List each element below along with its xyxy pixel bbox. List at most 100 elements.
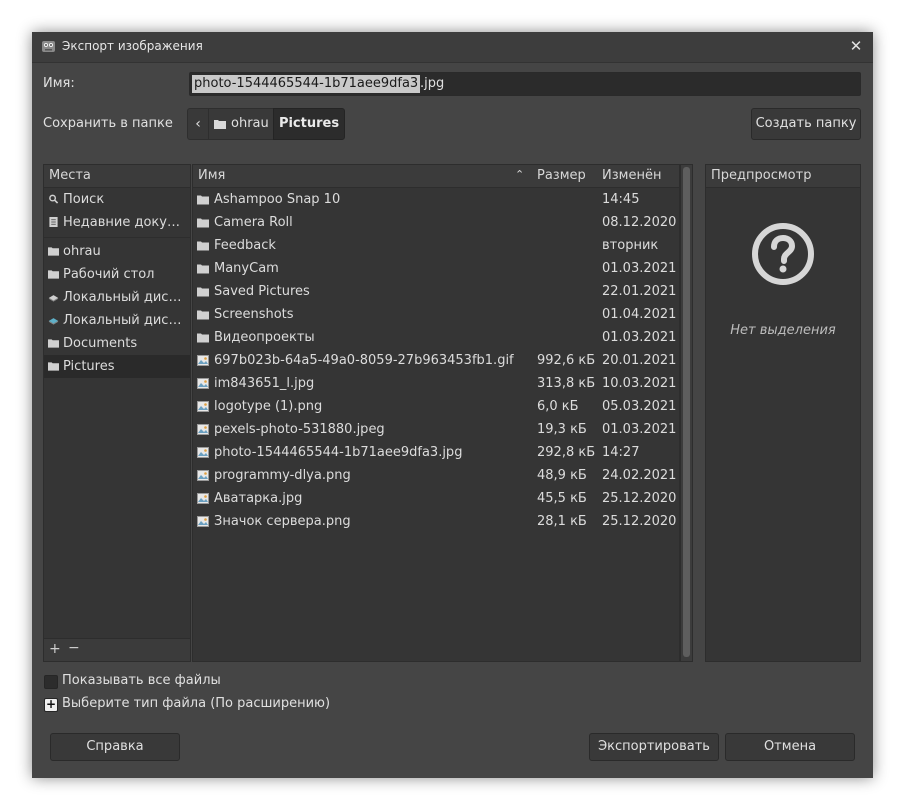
place-pictures[interactable]: Pictures	[44, 355, 190, 378]
sort-ascending-icon: ⌃	[515, 168, 525, 181]
export-button[interactable]: Экспортировать	[589, 733, 719, 761]
file-row[interactable]: im843651_l.jpg 313,8 кБ 10.03.2021	[193, 372, 679, 395]
file-size: 992,6 кБ	[537, 353, 596, 368]
place-local-disk-2[interactable]: Локальный дис…	[44, 309, 190, 332]
folder-row[interactable]: Saved Pictures 22.01.2021	[193, 280, 679, 303]
place-search[interactable]: Поиск	[44, 188, 190, 211]
title-bar: Экспорт изображения ✕	[32, 32, 873, 63]
file-list-scrollbar[interactable]	[680, 164, 693, 662]
file-row[interactable]: programmy-dlya.png 48,9 кБ 24.02.2021	[193, 464, 679, 487]
gimp-app-icon	[42, 41, 55, 52]
export-image-dialog: Экспорт изображения ✕ Имя: photo-1544465…	[32, 32, 873, 778]
folder-icon	[197, 333, 209, 343]
file-modified: 14:27	[602, 445, 640, 460]
image-file-icon	[197, 470, 209, 481]
place-local-disk-1[interactable]: Локальный дис…	[44, 286, 190, 309]
search-icon	[49, 194, 59, 204]
create-folder-button[interactable]: Создать папку	[751, 108, 861, 140]
place-label: Pictures	[63, 359, 115, 374]
breadcrumb-ohrau[interactable]: ohrau	[208, 108, 274, 140]
expander-plus-icon[interactable]: +	[44, 698, 58, 712]
checkbox-box[interactable]	[44, 675, 58, 689]
place-documents[interactable]: Documents	[44, 332, 190, 355]
file-size: 45,5 кБ	[537, 491, 587, 506]
image-file-icon	[197, 447, 209, 458]
place-label: Поиск	[63, 192, 105, 207]
file-name: programmy-dlya.png	[214, 468, 351, 483]
folder-icon	[214, 120, 226, 129]
file-row[interactable]: 697b023b-64a5-49a0-8059-27b963453fb1.gif…	[193, 349, 679, 372]
file-row[interactable]: pexels-photo-531880.jpeg 19,3 кБ 01.03.202…	[193, 418, 679, 441]
scrollbar-thumb[interactable]	[683, 167, 690, 657]
breadcrumb-label: ohrau	[231, 116, 269, 131]
add-bookmark-icon[interactable]: +	[49, 641, 61, 657]
place-label: Локальный дис…	[63, 313, 182, 328]
column-header-name[interactable]: Имя	[198, 165, 225, 187]
name-label: Имя:	[43, 76, 75, 91]
file-row[interactable]: photo-1544465544-1b71aee9dfa3.jpg 292,8 к…	[193, 441, 679, 464]
folder-row[interactable]: ManyCam 01.03.2021	[193, 257, 679, 280]
file-modified: 05.03.2021	[602, 399, 677, 414]
places-panel: Места Поиск Недавние доку… ohrau Рабочий…	[43, 164, 191, 662]
file-modified: 20.01.2021	[602, 353, 677, 368]
folder-row[interactable]: Camera Roll 08.12.2020	[193, 211, 679, 234]
image-file-icon	[197, 378, 209, 389]
image-file-icon	[197, 355, 209, 366]
file-name: logotype (1).png	[214, 399, 323, 414]
file-name: Ashampoo Snap 10	[214, 192, 341, 207]
file-row[interactable]: Аватарка.jpg 45,5 кБ 25.12.2020	[193, 487, 679, 510]
file-name: photo-1544465544-1b71aee9dfa3.jpg	[214, 445, 463, 460]
image-file-icon	[197, 401, 209, 412]
preview-panel: Предпросмотр Нет выделения	[705, 164, 861, 662]
remove-bookmark-icon[interactable]: −	[68, 640, 80, 656]
folder-row[interactable]: Видеопроекты 01.03.2021	[193, 326, 679, 349]
file-modified: 08.12.2020	[602, 215, 677, 230]
file-size: 313,8 кБ	[537, 376, 596, 391]
file-size: 6,0 кБ	[537, 399, 579, 414]
file-name: Saved Pictures	[214, 284, 310, 299]
file-modified: 01.03.2021	[602, 422, 677, 437]
file-modified: 25.12.2020	[602, 514, 677, 529]
folder-icon	[197, 264, 209, 274]
folder-icon	[48, 339, 59, 348]
place-ohrau[interactable]: ohrau	[44, 240, 190, 263]
breadcrumb-back-button[interactable]: ‹	[187, 108, 209, 140]
image-file-icon	[197, 424, 209, 435]
help-button[interactable]: Справка	[50, 733, 180, 761]
place-desktop[interactable]: Рабочий стол	[44, 263, 190, 286]
filename-input[interactable]: photo-1544465544-1b71aee9dfa3 .jpg	[189, 72, 861, 96]
file-name: pexels-photo-531880.jpeg	[214, 422, 385, 437]
file-row[interactable]: Значок сервера.png 28,1 кБ 25.12.2020	[193, 510, 679, 533]
file-size: 292,8 кБ	[537, 445, 596, 460]
file-row[interactable]: logotype (1).png 6,0 кБ 05.03.2021	[193, 395, 679, 418]
place-label: Documents	[63, 336, 138, 351]
place-label: ohrau	[63, 244, 101, 259]
place-recent[interactable]: Недавние доку…	[44, 211, 190, 234]
file-modified: 14:45	[602, 192, 640, 207]
folder-icon	[48, 247, 59, 256]
file-size: 48,9 кБ	[537, 468, 587, 483]
folder-icon	[197, 195, 209, 205]
expander-label: Выберите тип файла (По расширению)	[62, 696, 331, 711]
file-name: Screenshots	[214, 307, 294, 322]
folder-row[interactable]: Feedback вторник	[193, 234, 679, 257]
file-modified: 22.01.2021	[602, 284, 677, 299]
file-name: Feedback	[214, 238, 276, 253]
column-header-size[interactable]: Размер	[537, 165, 586, 187]
folder-row[interactable]: Ashampoo Snap 10 14:45	[193, 188, 679, 211]
folder-icon	[48, 270, 59, 279]
column-header-modified[interactable]: Изменён	[602, 165, 661, 187]
preview-header: Предпросмотр	[706, 165, 860, 188]
folder-icon	[197, 287, 209, 297]
no-selection-text: Нет выделения	[730, 323, 836, 338]
breadcrumb-pictures[interactable]: Pictures	[273, 108, 345, 140]
place-label: Рабочий стол	[63, 267, 155, 282]
place-label: Недавние доку…	[63, 215, 180, 230]
file-name: im843651_l.jpg	[214, 376, 315, 391]
folder-icon	[197, 241, 209, 251]
file-modified: 01.03.2021	[602, 330, 677, 345]
filename-selected-text: photo-1544465544-1b71aee9dfa3	[192, 75, 421, 93]
cancel-button[interactable]: Отмена	[725, 733, 855, 761]
close-icon[interactable]: ✕	[847, 36, 865, 56]
folder-row[interactable]: Screenshots 01.04.2021	[193, 303, 679, 326]
